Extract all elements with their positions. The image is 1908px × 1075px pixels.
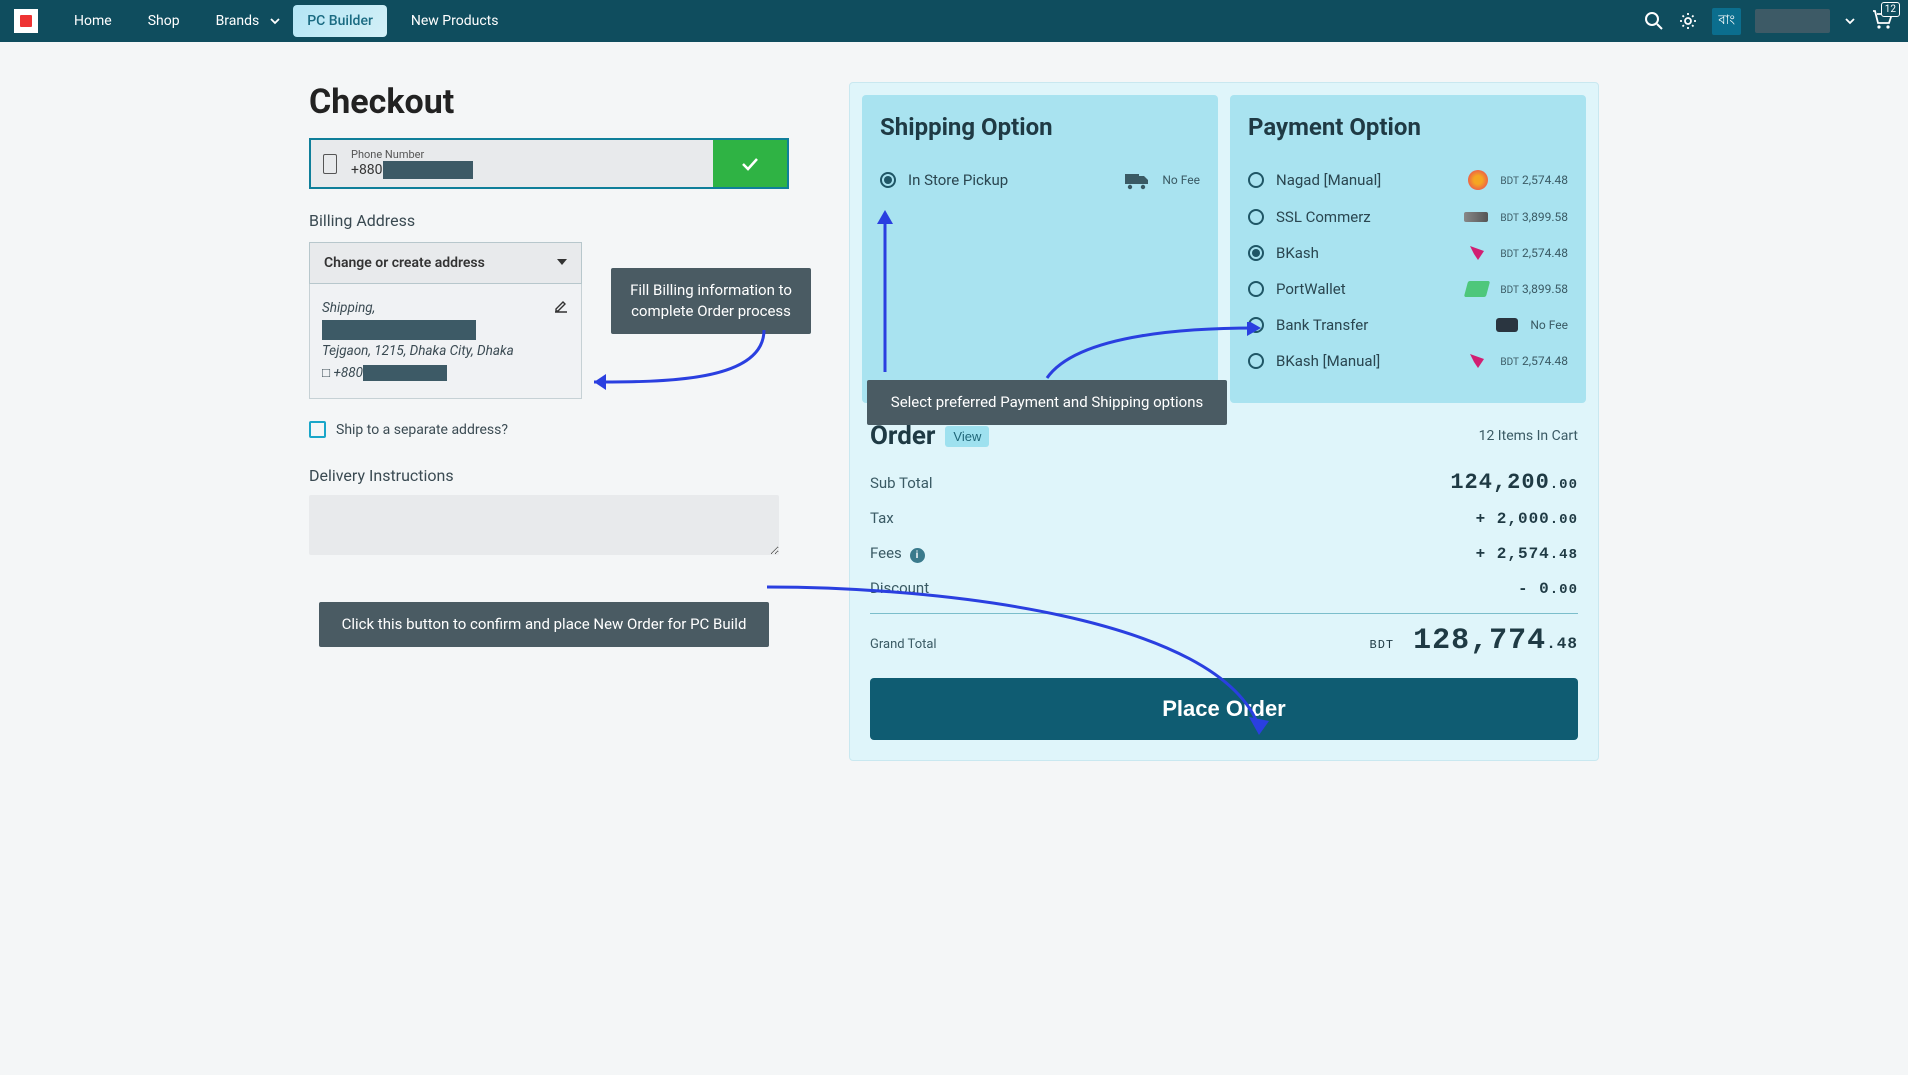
grand-total-value: BDT 128,774.48 (1370, 624, 1578, 658)
edit-icon[interactable] (553, 298, 569, 322)
caret-down-icon (557, 255, 567, 271)
radio-label: BKash (1276, 244, 1456, 262)
payment-option-nagad[interactable]: Nagad [Manual] BDT 2,574.48 (1248, 161, 1568, 199)
shipping-fee: No Fee (1162, 173, 1200, 187)
delivery-instructions-input[interactable] (309, 495, 779, 555)
tooltip-options: Select preferred Payment and Shipping op… (867, 380, 1227, 425)
radio[interactable] (880, 172, 896, 188)
info-icon[interactable]: i (910, 548, 925, 563)
order-summary: Order View 12 Items In Cart Sub Total 12… (850, 415, 1598, 760)
payment-fee: BDT 2,574.48 (1500, 173, 1568, 187)
payment-option-bank[interactable]: Bank Transfer No Fee (1248, 307, 1568, 343)
nav-shop[interactable]: Shop (136, 5, 192, 37)
ship-separate-checkbox[interactable] (309, 421, 326, 438)
payment-fee: BDT 2,574.48 (1500, 246, 1568, 260)
radio[interactable] (1248, 209, 1264, 225)
check-icon (739, 153, 761, 175)
nav-home[interactable]: Home (62, 5, 124, 37)
sslcommerz-icon (1464, 212, 1488, 222)
view-order-button[interactable]: View (945, 426, 989, 447)
nav-links: Home Shop Brands PC Builder New Products (62, 5, 510, 37)
redacted-block (363, 365, 447, 381)
nav-brands[interactable]: Brands (204, 5, 264, 37)
chevron-down-icon[interactable] (269, 12, 281, 31)
radio[interactable] (1248, 172, 1264, 188)
user-menu[interactable] (1755, 9, 1830, 33)
radio-label: SSL Commerz (1276, 208, 1452, 226)
fees-value: + 2,574.48 (1476, 540, 1578, 565)
bkash-icon (1468, 244, 1488, 262)
delivery-instructions-label: Delivery Instructions (309, 466, 789, 485)
discount-value: - 0.00 (1518, 575, 1578, 600)
shipping-heading: Shipping Option (880, 113, 1200, 141)
address-select[interactable]: Change or create address (309, 242, 582, 284)
payment-fee: BDT 2,574.48 (1500, 354, 1568, 368)
subtotal-label: Sub Total (870, 474, 933, 492)
phone-value: +880 (351, 161, 473, 179)
logo[interactable] (14, 9, 38, 33)
nav-pc-builder[interactable]: PC Builder (293, 5, 387, 37)
phone-input[interactable]: Phone Number +880 (311, 140, 713, 187)
payment-option-ssl[interactable]: SSL Commerz BDT 3,899.58 (1248, 199, 1568, 235)
radio-label: BKash [Manual] (1276, 352, 1456, 370)
radio-label: In Store Pickup (908, 171, 1112, 189)
phone-icon (323, 154, 337, 174)
chevron-down-icon[interactable] (1844, 12, 1856, 31)
tax-label: Tax (870, 509, 894, 527)
search-icon[interactable] (1644, 11, 1664, 31)
payment-fee: BDT 3,899.58 (1500, 282, 1568, 296)
radio-label: PortWallet (1276, 280, 1454, 298)
redacted-block (322, 320, 476, 340)
portwallet-icon (1464, 281, 1490, 297)
page-title: Checkout (309, 82, 789, 122)
payment-option-bkash[interactable]: BKash BDT 2,574.48 (1248, 235, 1568, 271)
navbar: Home Shop Brands PC Builder New Products… (0, 0, 1908, 42)
confirm-phone-button[interactable] (713, 140, 787, 187)
gear-icon[interactable] (1678, 11, 1698, 31)
tooltip-place-order: Click this button to confirm and place N… (319, 602, 769, 647)
radio[interactable] (1248, 245, 1264, 261)
address-type: Shipping, (322, 298, 569, 320)
bkash-icon (1468, 352, 1488, 370)
radio-label: Nagad [Manual] (1276, 171, 1456, 189)
redacted-block (383, 161, 473, 179)
cart-button[interactable]: 12 (1870, 8, 1894, 34)
nav-new-products[interactable]: New Products (399, 5, 511, 37)
language-toggle[interactable]: বাং (1712, 8, 1741, 35)
payment-option-bkash-manual[interactable]: BKash [Manual] BDT 2,574.48 (1248, 343, 1568, 379)
card-icon (1496, 318, 1518, 332)
grand-total-label: Grand Total (870, 637, 937, 652)
radio[interactable] (1248, 317, 1264, 333)
phone-row: Phone Number +880 (309, 138, 789, 189)
payment-fee: No Fee (1530, 318, 1568, 332)
cart-count-badge: 12 (1881, 2, 1900, 17)
shipping-option-pickup[interactable]: In Store Pickup No Fee (880, 161, 1200, 199)
order-heading: Order (870, 421, 935, 451)
payment-fee: BDT 3,899.58 (1500, 210, 1568, 224)
shipping-option-box: Shipping Option In Store Pickup No Fee (862, 95, 1218, 403)
address-phone: □ +880 (322, 363, 569, 385)
radio[interactable] (1248, 281, 1264, 297)
billing-heading: Billing Address (309, 211, 789, 230)
place-order-button[interactable]: Place Order (870, 678, 1578, 740)
discount-label: Discount (870, 579, 929, 597)
tooltip-billing: Fill Billing information to complete Ord… (611, 268, 811, 334)
items-in-cart: 12 Items In Cart (1479, 428, 1578, 444)
address-line: Tejgaon, 1215, Dhaka City, Dhaka (322, 341, 569, 363)
address-card[interactable]: Shipping, Tejgaon, 1215, Dhaka City, Dha… (310, 284, 581, 398)
radio-label: Bank Transfer (1276, 316, 1484, 334)
radio[interactable] (1248, 353, 1264, 369)
payment-option-portwallet[interactable]: PortWallet BDT 3,899.58 (1248, 271, 1568, 307)
tax-value: + 2,000.00 (1476, 505, 1578, 530)
nagad-icon (1468, 170, 1488, 190)
payment-heading: Payment Option (1248, 113, 1568, 141)
subtotal-value: 124,200.00 (1450, 470, 1578, 495)
payment-option-box: Payment Option Nagad [Manual] BDT 2,574.… (1230, 95, 1586, 403)
address-select-label: Change or create address (324, 255, 485, 271)
phone-label: Phone Number (351, 148, 473, 161)
ship-separate-label: Ship to a separate address? (336, 422, 508, 438)
truck-icon (1124, 170, 1150, 190)
fees-label: Fees i (870, 544, 925, 563)
